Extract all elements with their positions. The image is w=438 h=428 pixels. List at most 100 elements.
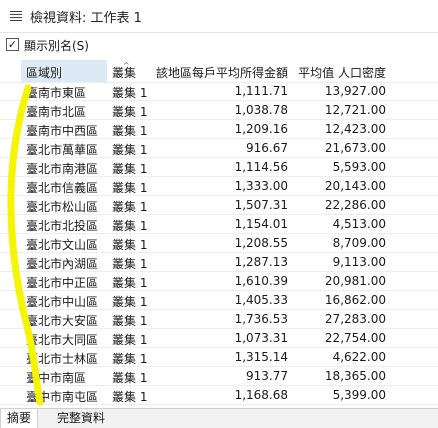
- cell-density: 22,286.00: [324, 198, 386, 212]
- table-row: 臺北市中山區 叢集 1 1,405.33 16,862.00: [0, 291, 438, 310]
- cell-cluster: 叢集 1: [112, 86, 148, 100]
- cell-region: 臺北市松山區: [26, 200, 99, 214]
- cell-cluster: 叢集 1: [112, 333, 148, 347]
- tab-full-data[interactable]: 完整資料: [51, 409, 111, 428]
- table-row: 臺北市大同區 叢集 1 1,073.31 22,754.00: [0, 329, 438, 348]
- cell-income: 1,610.39: [234, 274, 288, 288]
- cell-region: 臺中市南區: [26, 371, 87, 385]
- cell-cluster: 叢集 1: [112, 105, 148, 119]
- cell-cluster: 叢集 1: [112, 314, 148, 328]
- cell-region: 臺北市中山區: [26, 295, 99, 309]
- cell-income: 1,287.13: [234, 255, 288, 269]
- cell-density: 5,399.00: [332, 388, 386, 402]
- cell-density: 22,754.00: [324, 331, 386, 345]
- cell-cluster: 叢集 1: [112, 200, 148, 214]
- table-row: 臺中市南屯區 叢集 1 1,168.68 5,399.00: [0, 386, 438, 405]
- column-header-cluster[interactable]: 叢集: [112, 64, 152, 81]
- table-row: 臺北市文山區 叢集 1 1,208.55 8,709.00: [0, 234, 438, 253]
- cell-cluster: 叢集 1: [112, 257, 148, 271]
- cell-density: 20,143.00: [324, 179, 386, 193]
- cell-cluster: 叢集 1: [112, 276, 148, 290]
- cell-income: 1,507.31: [234, 198, 288, 212]
- show-alias-checkbox[interactable]: ✓: [6, 38, 19, 51]
- toolbar: ✓ 顯示別名(S): [0, 33, 438, 57]
- table-row: 臺北市中正區 叢集 1 1,610.39 20,981.00: [0, 272, 438, 291]
- tab-summary[interactable]: 摘要: [0, 409, 39, 428]
- cell-density: 9,113.00: [332, 255, 386, 269]
- cell-cluster: 叢集 1: [112, 124, 148, 138]
- cell-cluster: 叢集 1: [112, 371, 148, 385]
- cell-income: 1,114.56: [234, 160, 288, 174]
- cell-region: 臺北市大安區: [26, 314, 99, 328]
- table-row: 臺北市大安區 叢集 1 1,736.53 27,283.00: [0, 310, 438, 329]
- cell-region: 臺北市內湖區: [26, 257, 99, 271]
- cell-income: 1,168.68: [234, 388, 288, 402]
- window-titlebar: 檢視資料: 工作表 1: [0, 0, 438, 33]
- cell-density: 8,709.00: [332, 236, 386, 250]
- cell-region: 臺北市信義區: [26, 181, 99, 195]
- list-icon: [10, 11, 22, 21]
- data-grid: 區域別 叢集 該地區每戶平均所得金額 平均值 人口密度 ^ 臺南市東區 叢集 11…: [0, 60, 438, 408]
- cell-density: 16,862.00: [324, 293, 386, 307]
- cell-region: 臺北市士林區: [26, 352, 99, 366]
- table-row: 臺北市萬華區 叢集 1 916.67 21,673.00: [0, 139, 438, 158]
- cell-cluster: 叢集 1: [112, 143, 148, 157]
- table-row: 臺南市北區 叢集 1 1,038.78 12,721.00: [0, 101, 438, 120]
- cell-region: 臺北市北投區: [26, 219, 99, 233]
- table-header-row: 區域別 叢集 該地區每戶平均所得金額 平均值 人口密度 ^: [0, 60, 438, 83]
- cell-income: 916.67: [246, 141, 288, 155]
- cell-income: 913.77: [246, 369, 288, 383]
- cell-cluster: 叢集 1: [112, 390, 148, 404]
- cell-density: 13,927.00: [324, 84, 386, 98]
- cell-income: 1,154.01: [234, 217, 288, 231]
- tab-bar: 摘要 完整資料: [0, 408, 438, 428]
- column-header-region[interactable]: 區域別: [26, 64, 106, 81]
- window-title: 檢視資料: 工作表 1: [30, 11, 142, 26]
- cell-density: 27,283.00: [324, 312, 386, 326]
- cell-income: 1,405.33: [234, 293, 288, 307]
- table-row: 臺北市南港區 叢集 1 1,114.56 5,593.00: [0, 158, 438, 177]
- column-header-income[interactable]: 該地區每戶平均所得金額: [152, 64, 288, 81]
- cell-density: 5,593.00: [332, 160, 386, 174]
- cell-income: 1,111.71: [234, 84, 288, 98]
- cell-region: 臺北市中正區: [26, 276, 99, 290]
- cell-region: 臺北市萬華區: [26, 143, 99, 157]
- cell-income: 1,209.16: [234, 122, 288, 136]
- table-row: 臺北市內湖區 叢集 1 1,287.13 9,113.00: [0, 253, 438, 272]
- cell-cluster: 叢集 1: [112, 181, 148, 195]
- table-row: 臺北市北投區 叢集 1 1,154.01 4,513.00: [0, 215, 438, 234]
- table-row: 臺南市東區 叢集 1 1,111.71 13,927.00: [0, 82, 438, 101]
- cell-region: 臺北市南港區: [26, 162, 99, 176]
- cell-density: 12,423.00: [324, 122, 386, 136]
- sort-indicator-icon[interactable]: ^: [123, 61, 130, 70]
- cell-density: 4,622.00: [332, 350, 386, 364]
- cell-cluster: 叢集 1: [112, 219, 148, 233]
- cell-region: 臺北市文山區: [26, 238, 99, 252]
- cell-cluster: 叢集 1: [112, 238, 148, 252]
- cell-income: 1,208.55: [234, 236, 288, 250]
- cell-region: 臺南市東區: [26, 86, 87, 100]
- cell-density: 20,981.00: [324, 274, 386, 288]
- cell-income: 1,073.31: [234, 331, 288, 345]
- cell-cluster: 叢集 1: [112, 295, 148, 309]
- cell-density: 21,673.00: [324, 141, 386, 155]
- cell-region: 臺中市南屯區: [26, 390, 99, 404]
- table-row: 臺南市中西區 叢集 1 1,209.16 12,423.00: [0, 120, 438, 139]
- show-alias-label[interactable]: 顯示別名(S): [24, 37, 89, 54]
- table-row: 臺北市士林區 叢集 1 1,315.14 4,622.00: [0, 348, 438, 367]
- cell-region: 臺北市大同區: [26, 333, 99, 347]
- cell-cluster: 叢集 1: [112, 352, 148, 366]
- column-header-density[interactable]: 平均值 人口密度: [290, 64, 386, 81]
- table-row: 臺北市信義區 叢集 1 1,333.00 20,143.00: [0, 177, 438, 196]
- cell-income: 1,038.78: [234, 103, 288, 117]
- cell-income: 1,333.00: [234, 179, 288, 193]
- table-row: 臺北市松山區 叢集 1 1,507.31 22,286.00: [0, 196, 438, 215]
- cell-density: 12,721.00: [324, 103, 386, 117]
- cell-income: 1,736.53: [234, 312, 288, 326]
- cell-cluster: 叢集 1: [112, 162, 148, 176]
- cell-income: 1,315.14: [234, 350, 288, 364]
- table-row: 臺中市南區 叢集 1 913.77 18,365.00: [0, 367, 438, 386]
- cell-density: 4,513.00: [332, 217, 386, 231]
- cell-region: 臺南市北區: [26, 105, 87, 119]
- cell-region: 臺南市中西區: [26, 124, 99, 138]
